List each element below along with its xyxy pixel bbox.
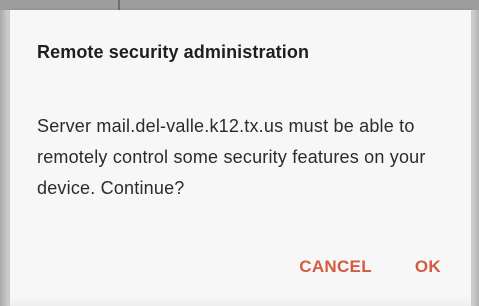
background-right-edge [471,10,479,306]
cancel-button[interactable]: CANCEL [299,256,372,278]
dialog-actions: CANCEL OK [299,256,441,278]
dialog-message: Server mail.del-valle.k12.tx.us must be … [37,116,426,198]
remote-security-dialog: Remote security administration Server ma… [10,10,471,306]
ok-button[interactable]: OK [415,256,441,278]
background-left-edge [0,10,10,306]
dialog-title: Remote security administration [37,42,310,62]
